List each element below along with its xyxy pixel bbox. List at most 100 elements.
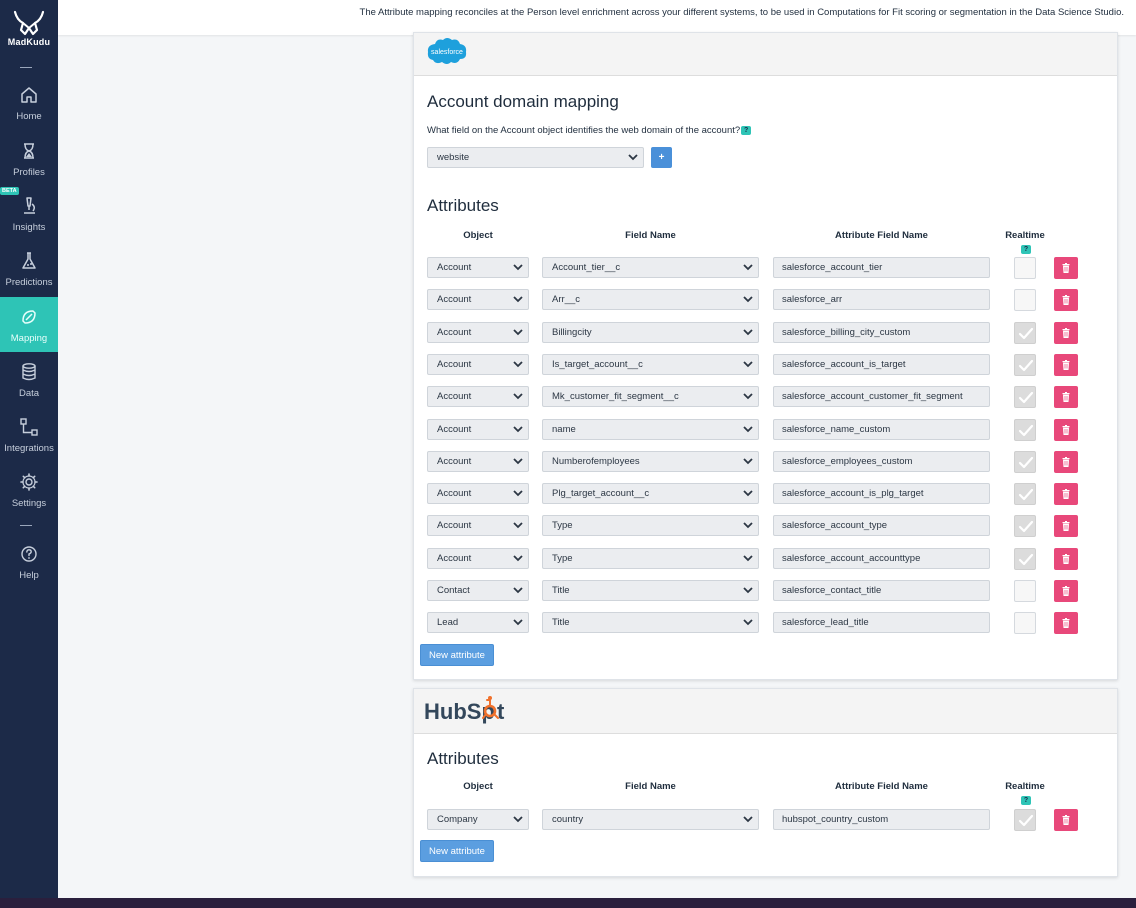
column-header-realtime: Realtime	[1005, 781, 1045, 792]
help-icon[interactable]: ?	[741, 125, 752, 135]
field-name-select[interactable]: name	[542, 418, 759, 440]
field-name-select[interactable]: Type	[542, 547, 759, 569]
attribute-field-name-input[interactable]: salesforce_employees_custom	[773, 450, 990, 472]
field-name-select[interactable]: country	[542, 809, 759, 830]
sidebar-item-data[interactable]: Data	[0, 352, 58, 407]
field-name-select[interactable]: Account_tier__c	[542, 257, 759, 278]
column-header-field-name: Field Name	[625, 781, 676, 792]
database-icon	[22, 363, 36, 381]
realtime-help-icon[interactable]: ?	[1021, 796, 1031, 805]
madkudu-logo[interactable]: MadKudu	[0, 10, 58, 47]
field-name-value: Type	[552, 552, 573, 564]
field-name-select[interactable]: Plg_target_account__c	[542, 483, 759, 505]
realtime-checkbox[interactable]	[1014, 289, 1036, 312]
object-select[interactable]: Account	[427, 450, 529, 472]
field-name-select[interactable]: Title	[542, 612, 759, 634]
realtime-checkbox[interactable]	[1014, 353, 1036, 376]
delete-attribute-button[interactable]	[1054, 809, 1078, 831]
realtime-checkbox[interactable]	[1014, 386, 1036, 409]
field-name-select[interactable]: Is_target_account__c	[542, 353, 759, 375]
realtime-checkbox[interactable]	[1014, 547, 1036, 570]
delete-attribute-button[interactable]	[1054, 450, 1078, 473]
object-select[interactable]: Contact	[427, 580, 529, 601]
object-select[interactable]: Lead	[427, 612, 529, 634]
attributes-title: Attributes	[427, 196, 499, 215]
field-name-value: Is_target_account__c	[552, 358, 643, 370]
realtime-checkbox[interactable]	[1014, 809, 1036, 831]
object-select[interactable]: Account	[427, 418, 529, 440]
attribute-field-name-input[interactable]: salesforce_lead_title	[773, 612, 990, 634]
delete-attribute-button[interactable]	[1054, 483, 1078, 506]
sidebar-item-integrations[interactable]: Integrations	[0, 407, 58, 462]
object-select[interactable]: Account	[427, 289, 529, 311]
realtime-checkbox[interactable]	[1014, 418, 1036, 441]
attribute-field-name-input[interactable]: salesforce_name_custom	[773, 418, 990, 440]
new-attribute-button[interactable]: New attribute	[420, 644, 494, 666]
delete-attribute-button[interactable]	[1054, 257, 1078, 279]
add-domain-field-button[interactable]: +	[651, 147, 672, 168]
sidebar-item-profiles[interactable]: Profiles	[0, 131, 58, 186]
new-attribute-button[interactable]: New attribute	[420, 840, 494, 862]
attribute-field-name-input[interactable]: salesforce_account_accounttype	[773, 547, 990, 569]
realtime-checkbox[interactable]	[1014, 450, 1036, 473]
object-select[interactable]: Account	[427, 353, 529, 375]
sidebar-item-predictions[interactable]: Predictions	[0, 241, 58, 296]
attribute-field-name-input[interactable]: salesforce_billing_city_custom	[773, 321, 990, 343]
object-select[interactable]: Account	[427, 483, 529, 505]
object-select[interactable]: Account	[427, 547, 529, 569]
sidebar-item-settings[interactable]: Settings	[0, 462, 58, 517]
realtime-checkbox[interactable]	[1014, 257, 1036, 279]
sidebar-item-home[interactable]: Home	[0, 75, 58, 130]
field-name-select[interactable]: Type	[542, 515, 759, 537]
sidebar-item-help[interactable]: Help	[0, 534, 58, 589]
object-select[interactable]: Account	[427, 321, 529, 343]
attribute-field-name-input[interactable]: salesforce_account_customer_fit_segment	[773, 386, 990, 408]
object-select[interactable]: Company	[427, 809, 529, 830]
realtime-checkbox[interactable]	[1014, 483, 1036, 506]
realtime-checkbox[interactable]	[1014, 612, 1036, 635]
field-name-select[interactable]: Numberofemployees	[542, 450, 759, 472]
checkmark-icon	[1018, 521, 1034, 533]
object-select[interactable]: Account	[427, 515, 529, 537]
realtime-help-icon[interactable]: ?	[1021, 245, 1031, 254]
object-value: Company	[437, 814, 478, 825]
delete-attribute-button[interactable]	[1054, 418, 1078, 441]
field-name-select[interactable]: Mk_customer_fit_segment__c	[542, 386, 759, 408]
delete-attribute-button[interactable]	[1054, 580, 1078, 602]
field-name-select[interactable]: Arr__c	[542, 289, 759, 311]
attribute-field-name-value: salesforce_account_customer_fit_segment	[782, 391, 963, 403]
help-icon	[21, 546, 37, 562]
attribute-field-name-input[interactable]: salesforce_account_type	[773, 515, 990, 537]
realtime-checkbox[interactable]	[1014, 515, 1036, 538]
delete-attribute-button[interactable]	[1054, 386, 1078, 409]
delete-attribute-button[interactable]	[1054, 612, 1078, 635]
delete-attribute-button[interactable]	[1054, 547, 1078, 570]
realtime-checkbox[interactable]	[1014, 321, 1036, 344]
chevron-down-icon	[513, 393, 523, 400]
sidebar-item-label: Help	[19, 570, 39, 581]
delete-attribute-button[interactable]	[1054, 515, 1078, 538]
delete-attribute-button[interactable]	[1054, 289, 1078, 312]
realtime-checkbox[interactable]	[1014, 580, 1036, 602]
field-name-select[interactable]: Title	[542, 580, 759, 601]
attribute-field-name-value: salesforce_lead_title	[782, 617, 869, 629]
object-select[interactable]: Account	[427, 257, 529, 278]
domain-field-select[interactable]: website	[427, 147, 644, 168]
field-name-select[interactable]: Billingcity	[542, 321, 759, 343]
attribute-field-name-input[interactable]: salesforce_contact_title	[773, 580, 990, 601]
attribute-field-name-input[interactable]: salesforce_account_tier	[773, 257, 990, 278]
checkmark-icon	[1018, 327, 1034, 339]
delete-attribute-button[interactable]	[1054, 353, 1078, 376]
delete-attribute-button[interactable]	[1054, 321, 1078, 344]
object-value: Account	[437, 294, 472, 306]
hubspot-logo-text-b: t	[497, 699, 505, 724]
attribute-field-name-input[interactable]: salesforce_account_is_target	[773, 353, 990, 375]
attribute-field-name-input[interactable]: salesforce_arr	[773, 289, 990, 311]
object-select[interactable]: Account	[427, 386, 529, 408]
attribute-field-name-input[interactable]: hubspot_country_custom	[773, 809, 990, 830]
sidebar-item-insights[interactable]: BETA Insights	[0, 186, 58, 241]
attribute-field-name-input[interactable]: salesforce_account_is_plg_target	[773, 483, 990, 505]
sidebar-item-mapping[interactable]: Mapping	[0, 297, 58, 352]
chevron-down-icon	[628, 154, 638, 161]
domain-question-text: What field on the Account object identif…	[427, 125, 741, 136]
